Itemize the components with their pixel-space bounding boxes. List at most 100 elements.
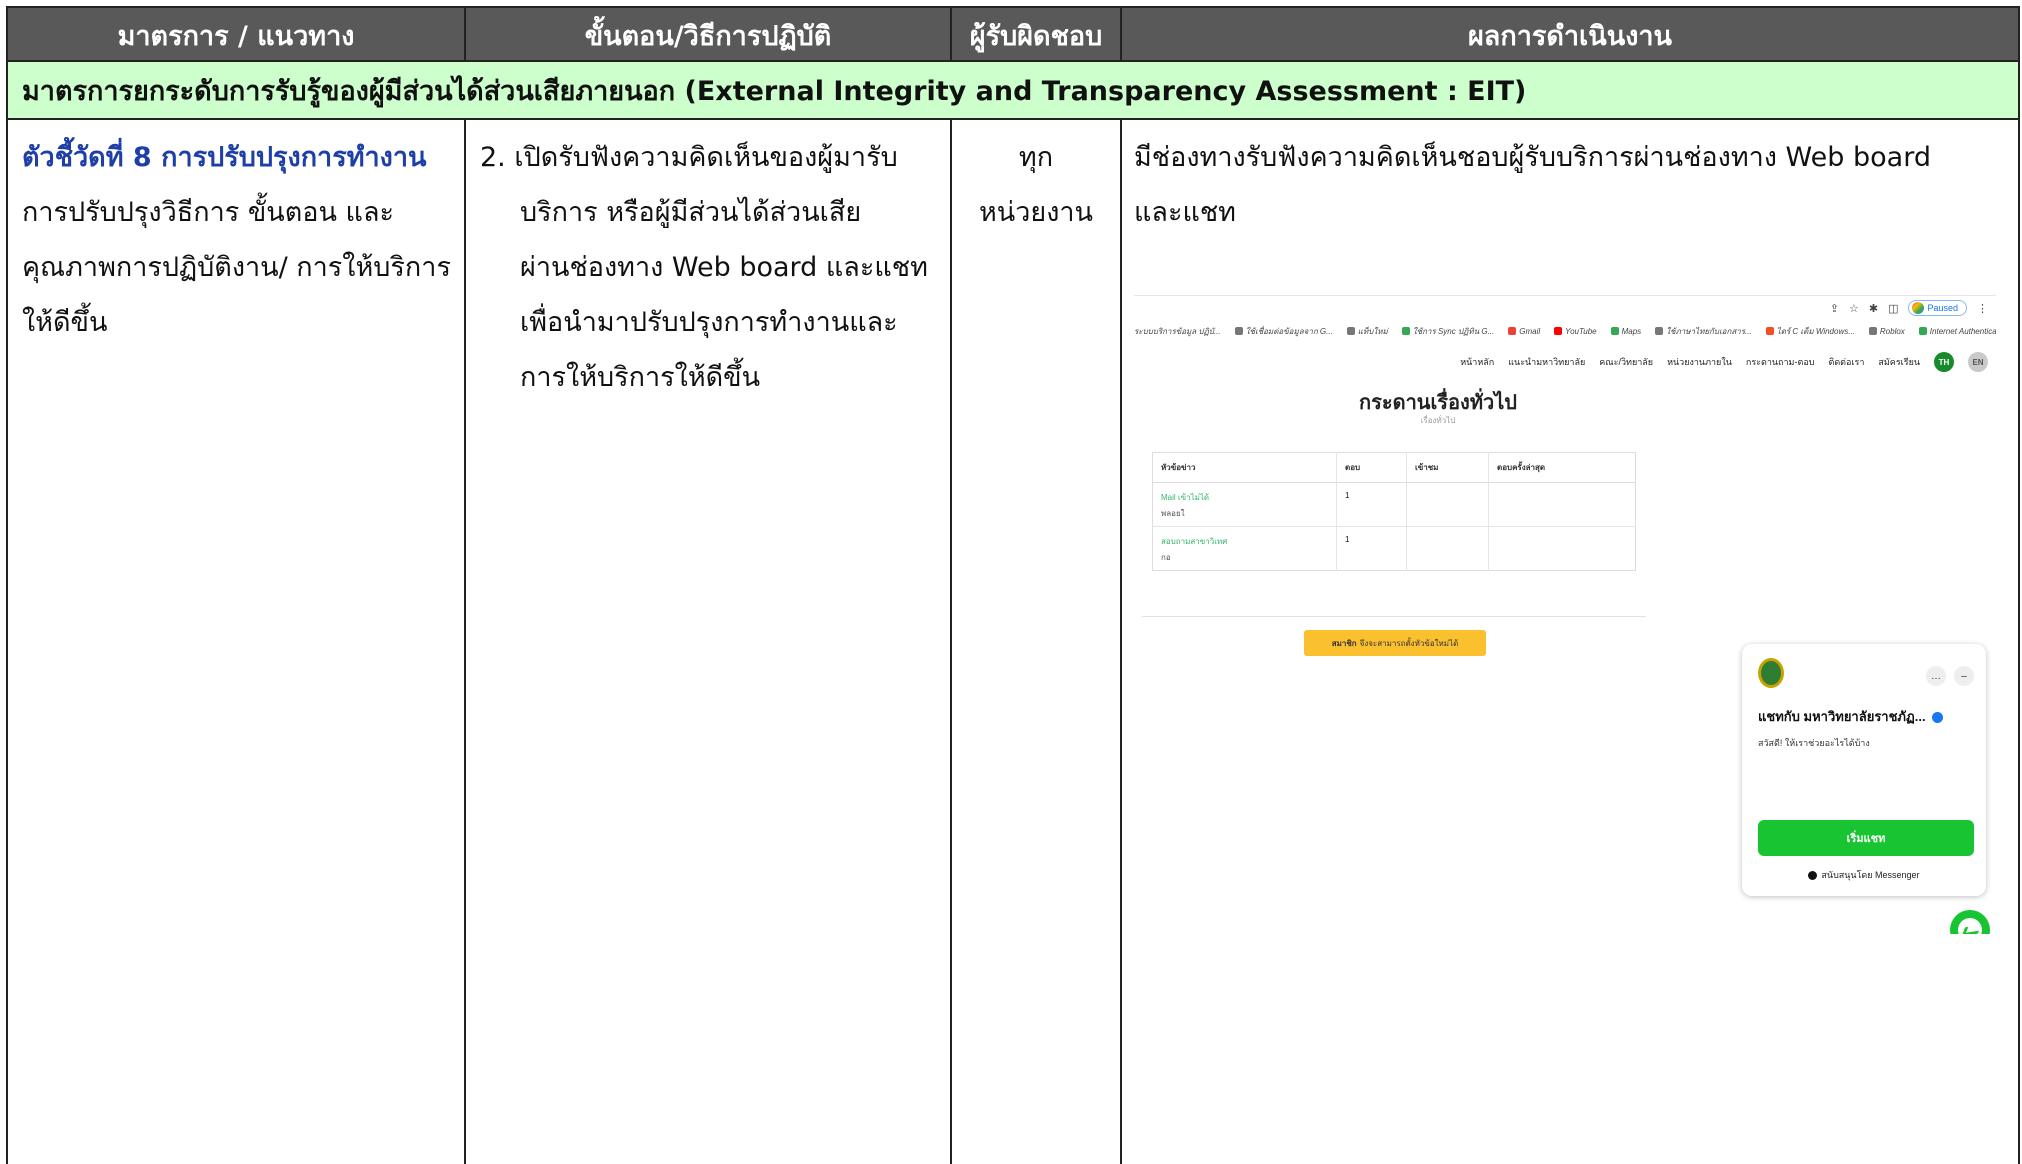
bookmark-label: ใช้ภาษาไทยกับเอกสาร...: [1666, 326, 1752, 336]
bookmark-item[interactable]: YouTube: [1554, 322, 1597, 340]
member-text: จึงจะสามารถตั้งหัวข้อใหม่ได้: [1359, 638, 1459, 648]
lang-en-button[interactable]: EN: [1968, 352, 1988, 372]
section-title: มาตรการยกระดับการรับรู้ของผู้มีส่วนได้ส่…: [8, 62, 2018, 120]
start-chat-button[interactable]: เริ่มแชท: [1758, 820, 1974, 856]
measure-cell: ตัวชี้วัดที่ 8 การปรับปรุงการทำงาน การปร…: [8, 120, 466, 1164]
table-row[interactable]: สอบถามสาขาวิเทศ กอ 1: [1152, 526, 1636, 571]
nav-about[interactable]: แนะนำมหาวิทยาลัย: [1508, 355, 1585, 369]
result-line: มีช่องทางรับฟังความคิดเห็นชอบผู้รับบริกา…: [1134, 142, 1931, 173]
roblox-icon: [1868, 327, 1877, 335]
star-icon[interactable]: ☆: [1849, 302, 1859, 315]
more-options-icon[interactable]: …: [1926, 666, 1946, 686]
reply-count: 1: [1336, 526, 1407, 571]
procedure-line: การให้บริการให้ดีขึ้น: [520, 362, 761, 393]
owner-line: ทุก: [1018, 142, 1054, 173]
share-icon[interactable]: ⇪: [1830, 302, 1839, 315]
procedure-line: ผ่านช่องทาง Web board และแชท: [520, 252, 928, 283]
measure-line: การปรับปรุงวิธีการ ขั้นตอน และ: [22, 197, 395, 228]
messenger-icon: [1808, 871, 1818, 881]
nav-webboard[interactable]: กระดานถาม-ตอบ: [1746, 355, 1815, 369]
extension-icon[interactable]: ✱: [1869, 302, 1878, 315]
col-topic: หัวข้อข่าว: [1152, 452, 1337, 483]
sync-icon: [1401, 327, 1410, 335]
bookmark-label: ใช้เชื่อมต่อข้อมูลจาก G...: [1245, 326, 1333, 336]
member-label: สมาชิก: [1331, 638, 1357, 648]
bookmark-item[interactable]: ใช้การ Sync ปฏิทิน G...: [1401, 322, 1495, 340]
procedure-line: บริการ หรือผู้มีส่วนได้ส่วนเสีย: [520, 197, 862, 228]
bookmark-item[interactable]: Internet Authentica...: [1918, 322, 1996, 340]
minimize-icon[interactable]: –: [1954, 666, 1974, 686]
result-line: และแชท: [1134, 197, 1236, 228]
lang-th-button[interactable]: TH: [1934, 352, 1954, 372]
messenger-icon: [1958, 918, 1982, 934]
browser-toolbar: ⇪ ☆ ✱ ◫ Paused ⋮: [1134, 298, 1996, 318]
bookmark-item[interactable]: แท็บใหม่: [1346, 322, 1388, 340]
browser-tab-strip: [1134, 286, 1996, 296]
nav-units[interactable]: หน่วยงานภายใน: [1667, 355, 1732, 369]
nav-faculties[interactable]: คณะ/วิทยาลัย: [1599, 355, 1653, 369]
header-owner: ผู้รับผิดชอบ: [952, 8, 1122, 62]
youtube-icon: [1554, 327, 1563, 335]
powered-by-messenger: สนับสนุนโดย Messenger: [1742, 868, 1986, 882]
bookmark-item[interactable]: Gmail: [1508, 322, 1540, 340]
webboard-screenshot: ⇪ ☆ ✱ ◫ Paused ⋮ ระบบบริการข้อมูล ปฏิบั.…: [1134, 286, 1996, 934]
divider: [1142, 616, 1646, 617]
nav-home[interactable]: หน้าหลัก: [1460, 355, 1494, 369]
bookmark-label: แท็บใหม่: [1357, 326, 1388, 336]
paused-label: Paused: [1927, 303, 1958, 313]
procedure-line: 2. เปิดรับฟังความคิดเห็นของผู้มารับ: [480, 142, 898, 173]
link-icon: [1655, 327, 1664, 335]
board-subtitle: เรื่องทั่วไป: [1420, 416, 1456, 425]
bookmark-label: Gmail: [1519, 326, 1541, 336]
measure-line: คุณภาพการปฏิบัติงาน/ การให้บริการ: [22, 252, 451, 283]
bookmark-label: Maps: [1621, 326, 1642, 336]
report-table: มาตรการ / แนวทาง ขั้นตอน/วิธีการปฏิบัติ …: [6, 6, 2020, 1164]
bookmarks-bar: ระบบบริการข้อมูล ปฏิบั... ใช้เชื่อมต่อข้…: [1134, 322, 1996, 340]
topic-link[interactable]: สอบถามสาขาวิเทศ: [1161, 537, 1227, 546]
last-reply: [1488, 526, 1636, 571]
nav-apply[interactable]: สมัครเรียน: [1878, 355, 1920, 369]
bookmark-label: ใช้การ Sync ปฏิทิน G...: [1412, 326, 1495, 336]
chat-page-name: แชทกับ มหาวิทยาลัยราชภัฏ...: [1758, 706, 1943, 727]
member-notice-button[interactable]: สมาชิก จึงจะสามารถตั้งหัวข้อใหม่ได้: [1304, 630, 1486, 656]
university-logo-icon: [1758, 658, 1784, 688]
maps-icon: [1610, 327, 1619, 335]
procedure-cell: 2. เปิดรับฟังความคิดเห็นของผู้มารับ บริก…: [466, 120, 952, 1164]
header-measure: มาตรการ / แนวทาง: [8, 8, 466, 62]
windows-icon: [1765, 327, 1774, 335]
header-procedure: ขั้นตอน/วิธีการปฏิบัติ: [466, 8, 952, 62]
globe-icon: [1346, 327, 1355, 335]
bookmark-label: Roblox: [1879, 326, 1905, 336]
messenger-launcher-button[interactable]: [1950, 910, 1990, 934]
profile-paused-badge[interactable]: Paused: [1908, 300, 1967, 316]
site-nav: หน้าหลัก แนะนำมหาวิทยาลัย คณะ/วิทยาลัย ห…: [1460, 352, 1988, 372]
bookmark-item[interactable]: ใช้เชื่อมต่อข้อมูลจาก G...: [1234, 322, 1333, 340]
topic-link[interactable]: Mail เข้าไม่ได้: [1161, 493, 1209, 502]
bookmark-item[interactable]: ระบบบริการข้อมูล ปฏิบั...: [1134, 322, 1221, 340]
bookmark-label: ระบบบริการข้อมูล ปฏิบั...: [1134, 326, 1221, 336]
profile-avatar: [1912, 302, 1925, 314]
col-replies: ตอบ: [1336, 452, 1407, 483]
sidepanel-icon[interactable]: ◫: [1888, 302, 1898, 315]
kpi-title: ตัวชี้วัดที่ 8 การปรับปรุงการทำงาน: [22, 142, 427, 173]
view-count: [1406, 482, 1489, 527]
gmail-icon: [1508, 327, 1517, 335]
table-header: มาตรการ / แนวทาง ขั้นตอน/วิธีการปฏิบัติ …: [8, 8, 2018, 62]
bookmark-item[interactable]: Roblox: [1868, 322, 1905, 340]
header-result: ผลการดำเนินงาน: [1467, 20, 1673, 52]
bookmark-label: Internet Authentica...: [1929, 326, 1996, 336]
chat-greeting: สวัสดี! ให้เราช่วยอะไรได้บ้าง: [1758, 738, 1870, 748]
view-count: [1406, 526, 1489, 571]
bookmark-item[interactable]: ไดร์ C เต็ม Windows...: [1765, 322, 1855, 340]
bookmark-item[interactable]: ใช้ภาษาไทยกับเอกสาร...: [1655, 322, 1752, 340]
col-last-reply: ตอบครั้งล่าสุด: [1488, 452, 1636, 483]
topics-table: หัวข้อข่าว ตอบ เข้าชม ตอบครั้งล่าสุด Mai…: [1152, 452, 1636, 571]
nav-contact[interactable]: ติดต่อเรา: [1828, 355, 1864, 369]
owner-line: หน่วยงาน: [978, 197, 1094, 228]
chat-name-text: แชทกับ มหาวิทยาลัยราชภัฏ...: [1758, 709, 1926, 724]
bookmark-item[interactable]: Maps: [1610, 322, 1642, 340]
menu-kebab-icon[interactable]: ⋮: [1977, 302, 1988, 315]
bookmark-label: YouTube: [1565, 326, 1597, 336]
shield-icon: [1918, 327, 1927, 335]
table-row[interactable]: Mail เข้าไม่ได้ พลอยใ 1: [1152, 482, 1636, 527]
